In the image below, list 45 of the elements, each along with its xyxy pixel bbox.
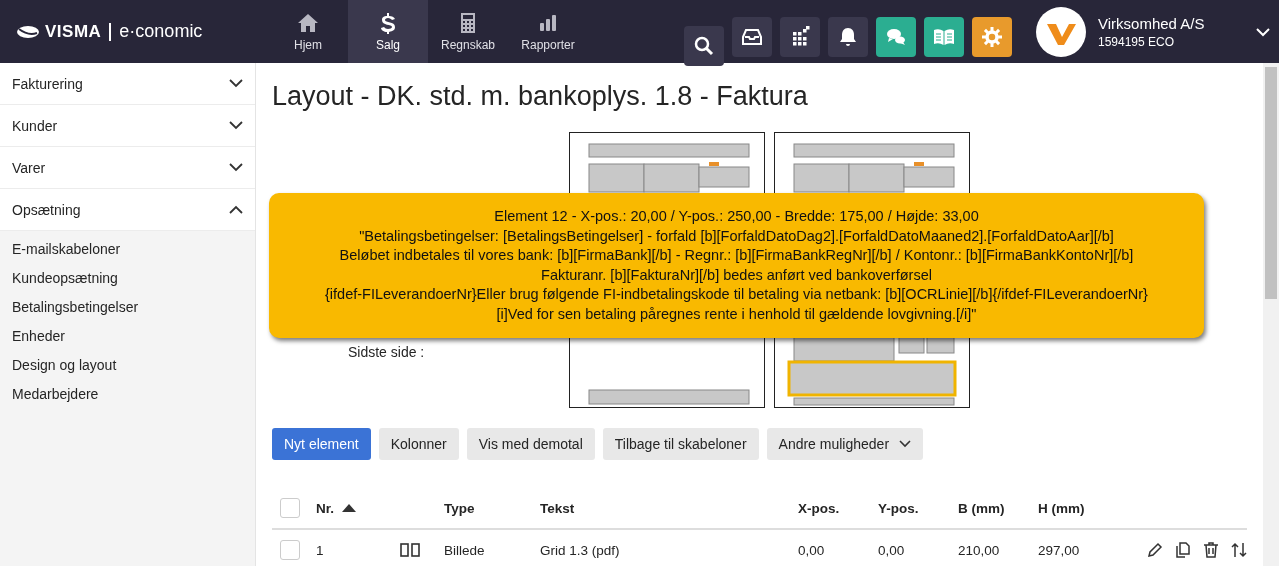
sidebar-section[interactable]: Fakturering — [0, 63, 255, 104]
sidebar-link[interactable]: Betalingsbetingelser — [0, 293, 255, 322]
table-cell-text: 0,00 — [878, 542, 906, 558]
table-cell-text: 210,00 — [958, 542, 1001, 558]
column-header[interactable]: Tekst — [540, 500, 798, 516]
sidebar-link[interactable]: Medarbejdere — [0, 380, 255, 409]
brand-name: VISMA — [45, 21, 102, 42]
preview-label: Sidste side : — [348, 344, 426, 360]
sidebar-link[interactable]: E-mailskabeloner — [0, 235, 255, 264]
table-cell-text: 1 — [316, 542, 325, 558]
column-header[interactable]: B (mm) — [958, 500, 1038, 516]
nav-tab[interactable]: Salg — [348, 0, 428, 63]
table-cell-text: 297,00 — [1038, 542, 1081, 558]
toolbar-button[interactable]: Kolonner — [378, 428, 459, 460]
column-header[interactable]: Type — [444, 500, 540, 516]
tooltip-line: Beløbet indbetales til vores bank: [b][FirmaBank][/b] - Regnr.: [b][FirmaBankRegNr][/b] / Kontonr.: [b][FirmaBankKontoNr][/b] — [339, 246, 1134, 265]
tooltip-line: {ifdef-FILeverandoerNr}Eller brug følgende FI-indbetalingskode til betaling via netbank: [b][OCRLinie][/b]{/ifdef-FILeverandoerNr} — [325, 285, 1148, 304]
toolbar-button[interactable]: Vis med demotal — [466, 428, 595, 460]
company-name: Virksomhed A/S — [1098, 14, 1206, 32]
table-cell-text: 0,00 — [798, 542, 826, 558]
tooltip-line: [i]Ved for sen betaling påregnes rente i henhold til gældende lovgivning.[/i]" — [496, 304, 977, 324]
column-header[interactable]: H (mm) — [1038, 500, 1118, 516]
nav-tab[interactable]: Hjem — [268, 0, 348, 63]
table-cell-text: Grid 1.3 (pdf) — [540, 542, 621, 558]
tooltip-line: Element 12 - X-pos.: 20,00 / Y-pos.: 250,00 - Bredde: 175,00 / Højde: 33,00 — [494, 207, 979, 226]
page-title: Layout - DK. std. m. bankoplys. 1.8 - Faktura — [272, 81, 809, 112]
nav-tab[interactable]: Regnskab — [428, 0, 508, 63]
column-header[interactable]: X-pos. — [798, 500, 878, 516]
tooltip-line: "Betalingsbetingelser: [BetalingsBetingelser] - forfald [b][ForfaldDatoDag2].[ForfaldDatoMaaned2].[ForfaldDatoAar][/b] — [359, 226, 1114, 246]
column-header[interactable]: Nr. — [316, 500, 400, 516]
sidebar-section[interactable]: Kunder — [0, 105, 255, 146]
sidebar-section[interactable]: Varer — [0, 147, 255, 188]
column-header[interactable]: Y-pos. — [878, 500, 958, 516]
tooltip-line: Fakturanr. [b][FakturaNr][/b] bedes anført ved bankoverførsel — [541, 265, 932, 285]
nav-tab[interactable]: Rapporter — [508, 0, 588, 63]
table-cell-text: Billede — [444, 542, 486, 558]
sidebar-section[interactable]: Opsætning — [0, 189, 255, 230]
toolbar-button[interactable]: Tilbage til skabeloner — [602, 428, 759, 460]
sidebar-link[interactable]: Design og layout — [0, 351, 255, 380]
product-name: e·conomic — [119, 21, 203, 42]
sidebar-link[interactable]: Enheder — [0, 322, 255, 351]
account-number: 1594195 ECO — [1098, 34, 1176, 49]
sidebar-link[interactable]: Kundeopsætning — [0, 264, 255, 293]
dropdown-button[interactable]: Andre muligheder — [766, 428, 924, 460]
toolbar-button[interactable]: Nyt element — [272, 428, 371, 460]
